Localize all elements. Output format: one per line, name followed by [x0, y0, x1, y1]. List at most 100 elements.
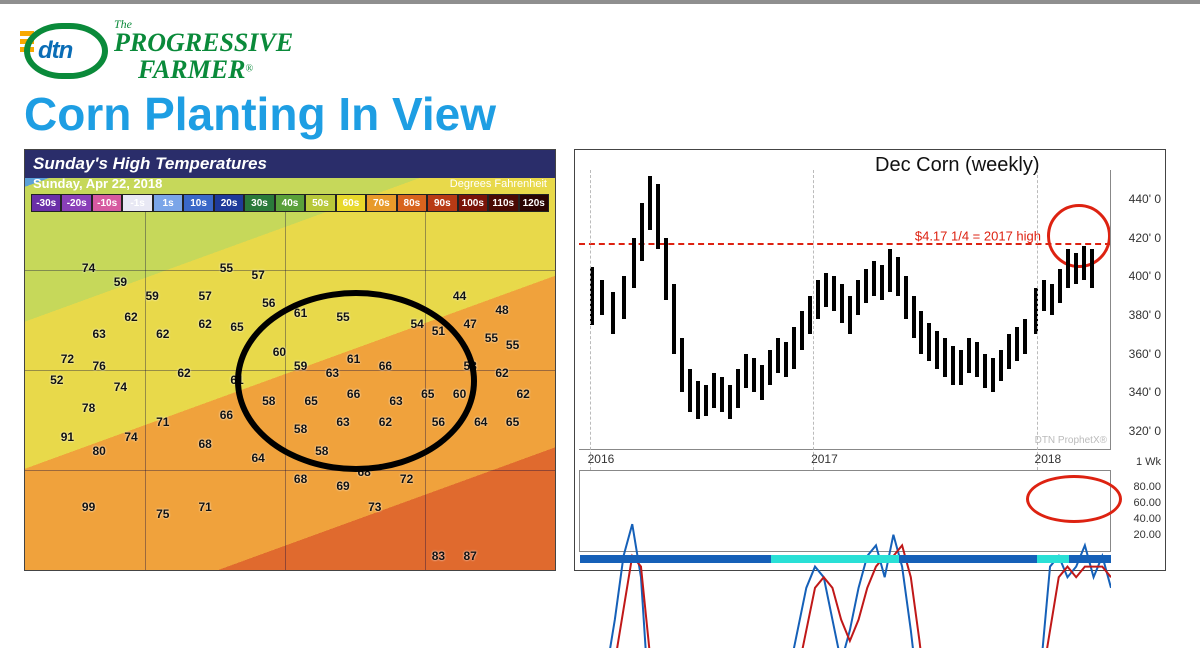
temp-value: 71	[199, 500, 212, 514]
chart-resolution: 1 Wk	[1136, 456, 1161, 468]
temp-value: 58	[262, 394, 275, 408]
osc-y-label: 80.00	[1133, 481, 1161, 493]
y-tick-label: 340' 0	[1129, 385, 1161, 399]
temp-value: 52	[50, 373, 63, 387]
legend-swatch: 60s	[336, 194, 366, 212]
legend-swatch: -20s	[61, 194, 91, 212]
legend-swatch: 40s	[275, 194, 305, 212]
temp-value: 76	[93, 359, 106, 373]
ohlc-bar	[704, 385, 708, 416]
temp-value: 56	[432, 415, 445, 429]
temp-value: 72	[400, 472, 413, 486]
legend-swatch: -10s	[92, 194, 122, 212]
price-circle-annotation	[1047, 204, 1111, 268]
temp-value: 61	[294, 306, 307, 320]
osc-band-highlight	[1037, 555, 1069, 563]
temp-value: 63	[389, 394, 402, 408]
temp-value: 48	[495, 303, 508, 317]
ohlc-bar	[1042, 280, 1046, 311]
ohlc-bar	[688, 369, 692, 411]
ohlc-bar	[622, 276, 626, 318]
dtn-logo: dtn	[24, 23, 108, 79]
temp-value: 71	[156, 415, 169, 429]
oscillator-y-axis: 20.0040.0060.0080.00	[1110, 471, 1165, 551]
temp-value: 99	[82, 500, 95, 514]
ohlc-bar	[864, 269, 868, 304]
temp-value: 60	[453, 387, 466, 401]
legend-swatch: -1s	[122, 194, 152, 212]
ohlc-bar	[824, 273, 828, 308]
ohlc-bar	[943, 338, 947, 377]
ohlc-bar	[1066, 249, 1070, 288]
y-tick-label: 360' 0	[1129, 347, 1161, 361]
ohlc-bar	[1074, 253, 1078, 284]
ohlc-bar	[935, 331, 939, 370]
temp-value: 44	[453, 289, 466, 303]
legend-swatch: 20s	[214, 194, 244, 212]
oscillator-time-band	[580, 555, 1111, 563]
temp-value: 66	[220, 408, 233, 422]
temp-value: 54	[411, 317, 424, 331]
x-tick-label: 2018	[1035, 452, 1062, 466]
ohlc-bar	[896, 257, 900, 296]
temp-value: 74	[124, 430, 137, 444]
ohlc-bar	[919, 311, 923, 353]
ohlc-bar	[880, 265, 884, 300]
ohlc-bar	[696, 381, 700, 420]
legend-swatch: 90s	[427, 194, 457, 212]
price-chart-panel: Dec Corn (weekly) $4.17 1/4 = 2017 high …	[574, 149, 1166, 571]
temp-value: 62	[156, 327, 169, 341]
temp-value: 64	[474, 415, 487, 429]
ohlc-bar	[1058, 269, 1062, 304]
temp-value: 55	[336, 310, 349, 324]
temp-value: 47	[464, 317, 477, 331]
legend-swatch: 110s	[488, 194, 518, 212]
y-tick-label: 400' 0	[1129, 269, 1161, 283]
temp-value: 72	[61, 352, 74, 366]
osc-band-highlight	[771, 555, 898, 563]
ohlc-bar	[611, 292, 615, 334]
dtn-wordmark: dtn	[38, 37, 72, 65]
ohlc-bar	[975, 342, 979, 377]
temp-value: 68	[358, 465, 371, 479]
temp-value: 87	[464, 549, 477, 563]
ohlc-bar	[967, 338, 971, 373]
weather-legend: -30s-20s-10s-1s1s10s20s30s40s50s60s70s80…	[31, 194, 549, 212]
temp-value: 57	[252, 268, 265, 282]
temp-value: 61	[230, 373, 243, 387]
ohlc-bar	[848, 296, 852, 335]
header: dtn The PROGRESSIVE FARMER®	[0, 4, 1200, 83]
ohlc-bar	[600, 280, 604, 315]
x-gridline	[813, 170, 814, 470]
legend-swatch: 70s	[366, 194, 396, 212]
ohlc-bar	[800, 311, 804, 350]
price-x-axis: 201620172018	[579, 449, 1111, 470]
ohlc-bar	[832, 276, 836, 311]
y-tick-label: 440' 0	[1129, 192, 1161, 206]
temp-value: 69	[336, 479, 349, 493]
price-plot-area: $4.17 1/4 = 2017 high	[579, 170, 1111, 450]
temp-value: 59	[294, 359, 307, 373]
temp-value: 73	[368, 500, 381, 514]
temp-value: 58	[315, 444, 328, 458]
temp-value: 83	[432, 549, 445, 563]
osc-y-label: 40.00	[1133, 513, 1161, 525]
ohlc-bar	[648, 176, 652, 230]
temp-value: 63	[93, 327, 106, 341]
temp-value: 62	[495, 366, 508, 380]
ohlc-bar	[872, 261, 876, 296]
weather-headline: Sunday's High Temperatures	[25, 150, 555, 178]
temp-value: 80	[93, 444, 106, 458]
osc-y-label: 20.00	[1133, 529, 1161, 541]
legend-swatch: 1s	[153, 194, 183, 212]
temp-value: 59	[114, 275, 127, 289]
temp-value: 74	[82, 261, 95, 275]
ohlc-bar	[656, 184, 660, 250]
temp-value: 58	[294, 422, 307, 436]
ohlc-bar	[784, 342, 788, 377]
temp-value: 51	[432, 324, 445, 338]
temp-value: 68	[294, 472, 307, 486]
ohlc-bar	[1082, 246, 1086, 281]
legend-swatch: -30s	[31, 194, 61, 212]
ohlc-bar	[680, 338, 684, 392]
